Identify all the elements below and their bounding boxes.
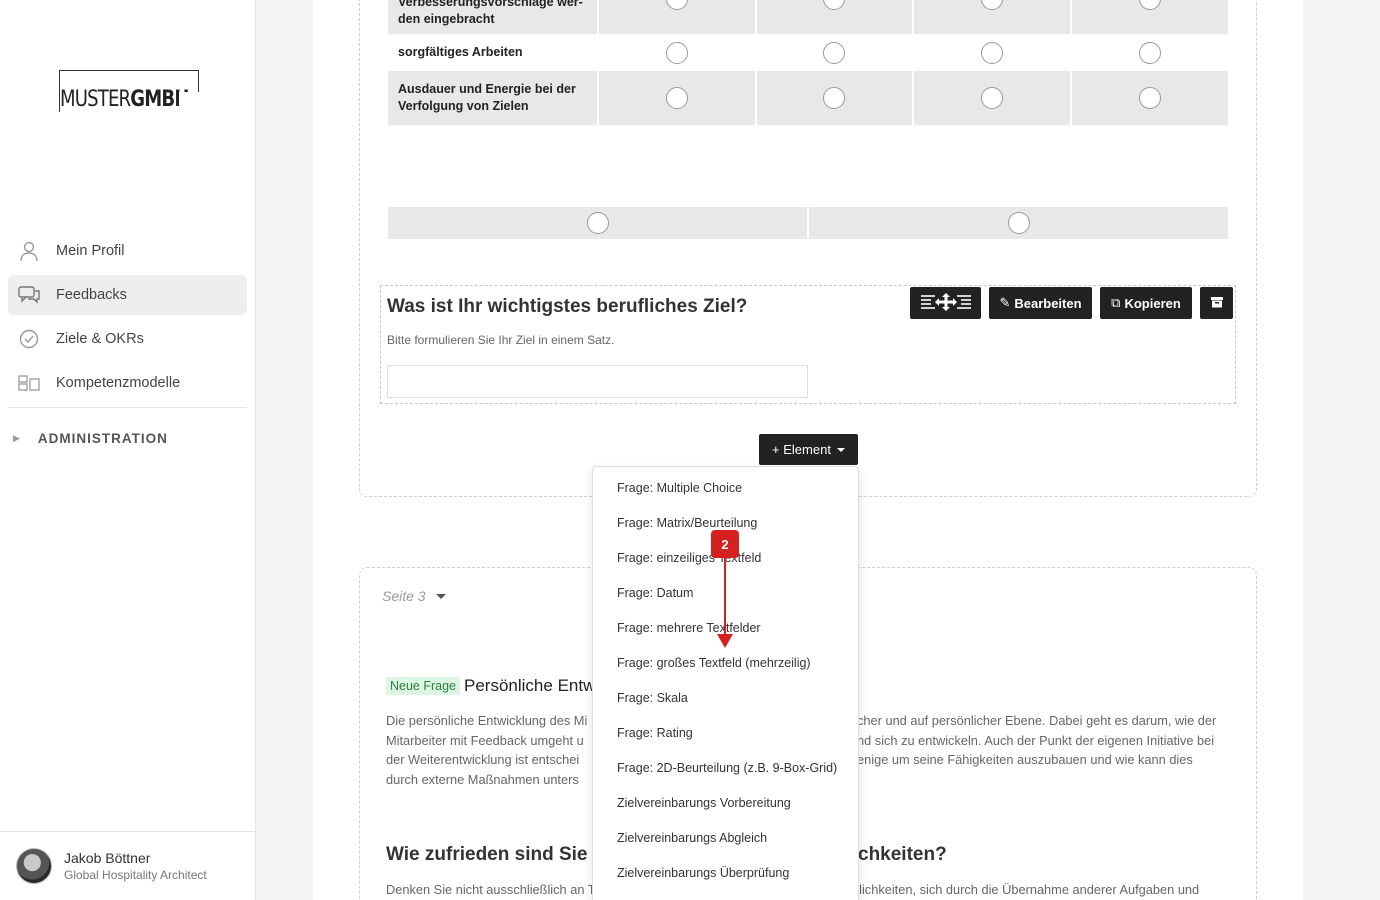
menu-item-multiple-choice[interactable]: Frage: Multiple Choice	[593, 470, 858, 505]
menu-item-scale[interactable]: Frage: Skala	[593, 680, 858, 715]
company-logo[interactable]: MUSTERGMBH	[59, 70, 199, 112]
description-left: Die persönliche Entwicklung des Mi Mitar…	[386, 713, 588, 788]
nav-item-ziele-okrs[interactable]: Ziele & OKRs	[8, 319, 247, 359]
menu-item-goal-preparation[interactable]: Zielvereinbarungs Vorbereitung	[593, 785, 858, 820]
matrix-row: Verbesserungsvorschläge wer- den eingebr…	[388, 0, 1229, 34]
main-nav: Mein Profil Feedbacks Ziele & OKRs Kompe…	[8, 231, 247, 468]
caret-down-icon	[435, 593, 446, 599]
radio-button[interactable]	[981, 41, 1004, 64]
radio-button[interactable]	[1139, 0, 1162, 10]
nav-label: Feedbacks	[56, 287, 127, 303]
menu-item-2d-rating[interactable]: Frage: 2D-Beurteilung (z.B. 9-Box-Grid)	[593, 750, 858, 785]
radio-button[interactable]	[586, 212, 609, 234]
nav-label: Ziele & OKRs	[56, 331, 144, 347]
question-title: Was ist Ihr wichtigstes berufliches Ziel…	[387, 296, 748, 317]
radio-button[interactable]	[823, 0, 846, 10]
annotation-arrow-line	[724, 558, 726, 638]
user-role: Global Hospitality Architect	[64, 868, 207, 882]
page-selector[interactable]: Seite 3	[382, 588, 446, 604]
radio-button[interactable]	[823, 87, 846, 109]
user-profile[interactable]: Jakob Böttner Global Hospitality Archite…	[0, 831, 255, 900]
move-icon	[919, 292, 973, 314]
radio-button[interactable]	[981, 87, 1004, 109]
pencil-icon: ✎	[999, 295, 1011, 310]
caret-right-icon: ▶	[13, 432, 21, 443]
menu-item-rating[interactable]: Frage: Rating	[593, 715, 858, 750]
radio-button[interactable]	[823, 41, 846, 64]
add-element-label: + Element	[772, 442, 831, 457]
question2-title-right: chkeiten?	[858, 844, 947, 865]
nav-label: Mein Profil	[56, 243, 125, 259]
user-name: Jakob Böttner	[64, 850, 151, 866]
nav-item-kompetenzmodelle[interactable]: Kompetenzmodelle	[8, 363, 247, 403]
menu-item-large-text-field[interactable]: Frage: großes Textfeld (mehrzeilig)	[593, 645, 858, 680]
archive-icon	[1210, 296, 1223, 311]
archive-button[interactable]	[1200, 287, 1233, 319]
user-icon	[18, 240, 40, 262]
copy-button[interactable]: ⧉ Kopieren	[1100, 287, 1192, 319]
nav-label: Kompetenzmodelle	[56, 375, 181, 391]
radio-button[interactable]	[665, 87, 688, 109]
matrix-row-label: Ausdauer und Energie bei der Verfolgung …	[388, 71, 597, 125]
chat-icon	[18, 284, 40, 306]
edit-label: Bearbeiten	[1014, 295, 1082, 311]
matrix-row: Ausdauer und Energie bei der Verfolgung …	[388, 71, 1229, 125]
question-hint: Bitte formulieren Sie Ihr Ziel in einem …	[387, 333, 615, 347]
question2-desc-left: Denken Sie nicht ausschließlich an Tr	[386, 882, 600, 897]
section-title: Persönliche Entw	[464, 676, 596, 695]
check-circle-icon	[18, 328, 40, 350]
copy-icon: ⧉	[1111, 295, 1121, 310]
description-right: cher und auf persönlicher Ebene. Dabei g…	[857, 713, 1217, 768]
move-button[interactable]	[910, 287, 981, 319]
radio-button[interactable]	[981, 0, 1004, 10]
menu-item-goal-review[interactable]: Zielvereinbarungs Überprüfung	[593, 855, 858, 890]
copy-label: Kopieren	[1124, 295, 1181, 311]
question2-desc-right: glichkeiten, sich durch die Übernahme an…	[852, 882, 1200, 897]
page-label: Seite 3	[382, 588, 426, 604]
step-badge: 2	[711, 530, 739, 558]
matrix-row-label: Verbesserungsvorschläge wer- den eingebr…	[388, 0, 597, 34]
section-heading: Neue Frage Persönliche Entw	[386, 676, 595, 696]
logo-text-muster: MUSTER	[60, 87, 131, 112]
radio-button[interactable]	[1139, 87, 1162, 109]
radio-button[interactable]	[665, 0, 688, 10]
sidebar: MUSTERGMBH Mein Profil Feedbacks Ziele &…	[0, 0, 256, 900]
answer-input[interactable]	[387, 365, 808, 398]
nav-item-mein-profil[interactable]: Mein Profil	[8, 231, 247, 271]
question2-title-left: Wie zufrieden sind Sie	[386, 844, 588, 865]
admin-label: ADMINISTRATION	[37, 430, 168, 446]
nav-item-feedbacks[interactable]: Feedbacks	[8, 275, 247, 315]
new-question-badge: Neue Frage	[386, 677, 461, 695]
matrix-row: sorgfältiges Arbeiten	[388, 34, 1228, 71]
radio-button[interactable]	[1007, 212, 1030, 234]
scale-row	[388, 207, 1228, 239]
matrix-row-label: sorgfältiges Arbeiten	[398, 45, 523, 59]
add-element-button[interactable]: + Element	[759, 434, 858, 465]
grid-icon	[18, 372, 40, 394]
menu-item-goal-comparison[interactable]: Zielvereinbarungs Abgleich	[593, 820, 858, 855]
nav-item-administration[interactable]: ▶ ADMINISTRATION	[8, 408, 247, 468]
caret-down-icon	[836, 447, 845, 452]
edit-button[interactable]: ✎ Bearbeiten	[989, 287, 1092, 319]
radio-button[interactable]	[665, 41, 688, 64]
arrow-down-icon	[717, 634, 733, 648]
radio-button[interactable]	[1139, 41, 1162, 64]
avatar	[16, 848, 52, 884]
